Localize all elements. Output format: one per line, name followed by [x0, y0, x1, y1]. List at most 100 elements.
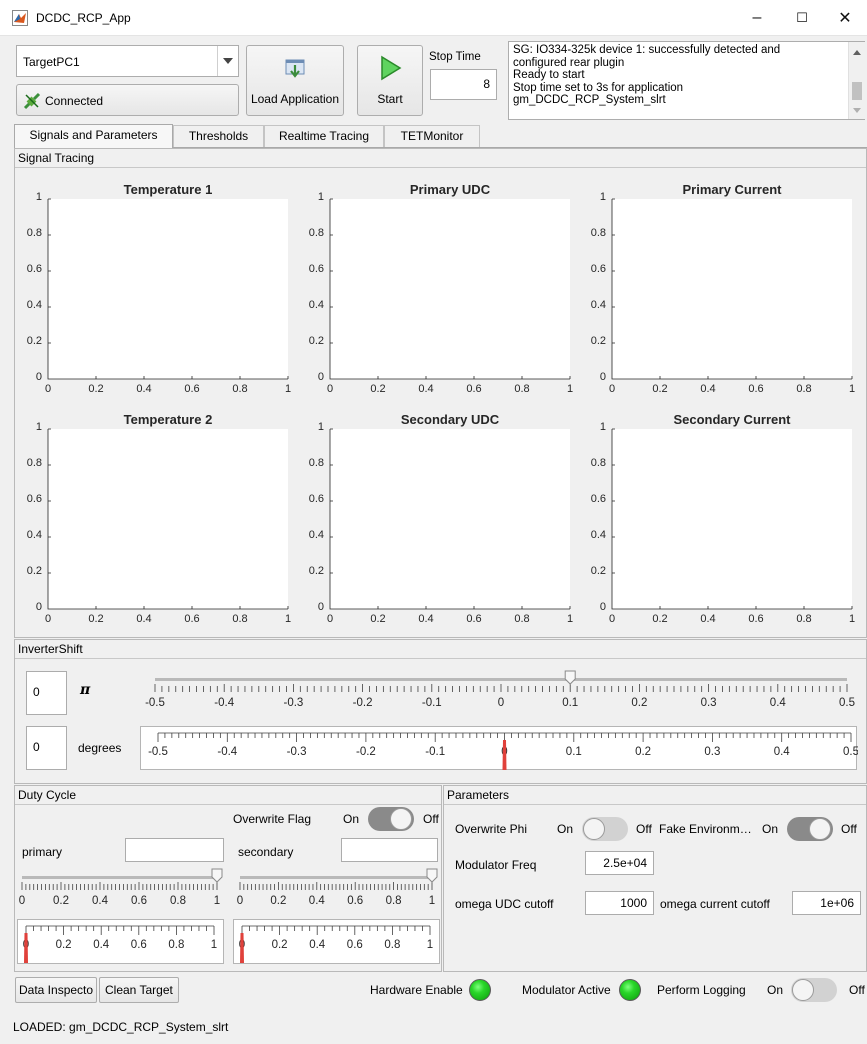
target-dropdown[interactable]: TargetPC1 [16, 45, 239, 77]
x-tick-label: 0.2 [652, 613, 668, 625]
y-tick-label: 0.2 [308, 565, 324, 577]
message-line: Ready to start [513, 69, 585, 81]
plot-title: Temperature 1 [123, 182, 213, 197]
fake-environment-on-label: On [762, 822, 779, 836]
parameters-panel: Parameters [443, 785, 867, 972]
stop-time-input[interactable]: 8 [430, 69, 497, 100]
overwrite-flag-label: Overwrite Flag [233, 812, 312, 826]
x-tick-label: 1 [284, 383, 292, 395]
tab-realtime-tracing[interactable]: Realtime Tracing [264, 125, 384, 147]
secondary-input[interactable] [341, 838, 438, 862]
x-tick-label: 0 [608, 383, 616, 395]
message-list: SG: IO334-325k device 1: successfully de… [513, 44, 847, 107]
slider-track[interactable] [22, 876, 217, 879]
y-tick-label: 0 [317, 601, 324, 613]
tab-signals-and-parameters[interactable]: Signals and Parameters [14, 124, 173, 148]
scroll-down-icon[interactable] [853, 108, 861, 113]
play-icon [381, 55, 402, 81]
matlab-app-icon [12, 10, 28, 26]
y-tick-label: 0.8 [26, 457, 42, 469]
start-button[interactable]: Start [357, 45, 423, 116]
gauge-tick-label: -0.1 [425, 746, 445, 758]
tab-tetmonitor[interactable]: TETMonitor [384, 125, 480, 147]
x-tick-label: 0.2 [370, 613, 386, 625]
y-tick-label: 1 [317, 191, 324, 203]
x-tick-label: 0.8 [514, 613, 530, 625]
chevron-down-icon [223, 58, 233, 64]
overwrite-flag-toggle[interactable] [368, 807, 414, 831]
gauge-tick-label: 0.5 [843, 746, 858, 758]
message-line: SG: IO334-325k device 1: successfully de… [513, 44, 781, 56]
y-tick-label: 1 [599, 421, 606, 433]
y-tick-label: 0.4 [590, 529, 606, 541]
pi-value-input[interactable]: 0 [26, 671, 67, 715]
toggle-knob [390, 808, 412, 830]
scrollbar-thumb[interactable] [852, 82, 862, 100]
start-label: Start [377, 92, 403, 106]
slider-tick-label: 0 [19, 895, 25, 907]
slider-track[interactable] [240, 876, 432, 879]
message-log[interactable]: SG: IO334-325k device 1: successfully de… [508, 41, 865, 120]
x-tick-label: 0.2 [652, 383, 668, 395]
x-tick-label: 0.6 [466, 613, 482, 625]
gauge-tick-label: 0.1 [566, 746, 582, 758]
slider-tick-label: 0.8 [386, 895, 402, 907]
fake-environment-toggle[interactable] [787, 817, 833, 841]
x-tick-label: 0.2 [88, 613, 104, 625]
plot-axis-lines [329, 198, 571, 380]
y-tick-label: 1 [35, 191, 42, 203]
plot-axis-lines [611, 428, 853, 610]
x-tick-label: 0.8 [232, 613, 248, 625]
y-tick-label: 0.8 [308, 457, 324, 469]
slider-thumb[interactable] [211, 868, 223, 883]
slider-tick-label: -0.5 [145, 697, 165, 709]
axis-line [329, 198, 571, 380]
phase-shift-slider[interactable]: -0.5 -0.4 -0.3 -0.2 -0.1 0 0.1 0.2 0.3 0.4 0.5 [135, 668, 865, 716]
omega-current-cutoff-input[interactable]: 1e+06 [792, 891, 861, 915]
data-inspector-button[interactable]: Data Inspecto [15, 977, 97, 1003]
close-button[interactable]: ✕ [823, 0, 867, 36]
slider-track[interactable] [155, 678, 847, 681]
y-tick-label: 1 [599, 191, 606, 203]
x-tick-label: 0.8 [514, 383, 530, 395]
minimize-button[interactable]: – [735, 0, 779, 36]
slider-tick-label: 1 [429, 895, 435, 907]
slider-thumb[interactable] [426, 868, 438, 883]
omega-udc-cutoff-input[interactable]: 1000 [585, 891, 654, 915]
x-tick-label: 0.4 [418, 383, 434, 395]
load-application-button[interactable]: Load Application [246, 45, 344, 116]
axis-line [611, 198, 853, 380]
scroll-up-icon[interactable] [853, 50, 861, 55]
slider-tick-label: 0.4 [309, 895, 326, 907]
slider-tick-label: 0.4 [770, 697, 787, 709]
perform-logging-on-label: On [767, 983, 784, 997]
connection-status[interactable]: Connected [16, 84, 239, 116]
x-tick-label: 0.8 [796, 383, 812, 395]
title-bar: DCDC_RCP_App – ☐ ✕ [0, 0, 867, 36]
primary-duty-gauge: 00.20.40.60.81 [23, 925, 217, 963]
primary-input[interactable] [125, 838, 224, 862]
y-tick-label: 0.8 [308, 227, 324, 239]
maximize-button[interactable]: ☐ [780, 0, 824, 36]
hardware-enable-label: Hardware Enable [370, 983, 463, 997]
overwrite-phi-toggle[interactable] [582, 817, 628, 841]
y-tick-label: 0 [35, 601, 42, 613]
gauge-tick-label: 0.4 [774, 746, 791, 758]
panel-divider [15, 658, 866, 659]
slider-thumb[interactable] [564, 670, 576, 685]
gauge-tick-label: 0.6 [347, 939, 363, 951]
perform-logging-toggle[interactable] [791, 978, 837, 1002]
y-tick-label: 0.4 [308, 529, 324, 541]
y-tick-label: 0 [599, 601, 606, 613]
clean-target-button[interactable]: Clean Target [99, 977, 179, 1003]
parameters-title: Parameters [447, 788, 510, 802]
degrees-value-input[interactable]: 0 [26, 726, 67, 770]
gauge-tick-label: 0.2 [272, 939, 288, 951]
y-tick-label: 0.2 [590, 565, 606, 577]
tab-thresholds[interactable]: Thresholds [173, 125, 264, 147]
message-scrollbar[interactable] [848, 42, 865, 119]
primary-duty-slider[interactable]: 0 0.2 0.4 0.6 0.8 1 [14, 866, 230, 912]
secondary-duty-slider[interactable]: 0 0.2 0.4 0.6 0.8 1 [230, 866, 442, 912]
gauge-scale [25, 925, 215, 935]
modulator-freq-input[interactable]: 2.5e+04 [585, 851, 654, 875]
